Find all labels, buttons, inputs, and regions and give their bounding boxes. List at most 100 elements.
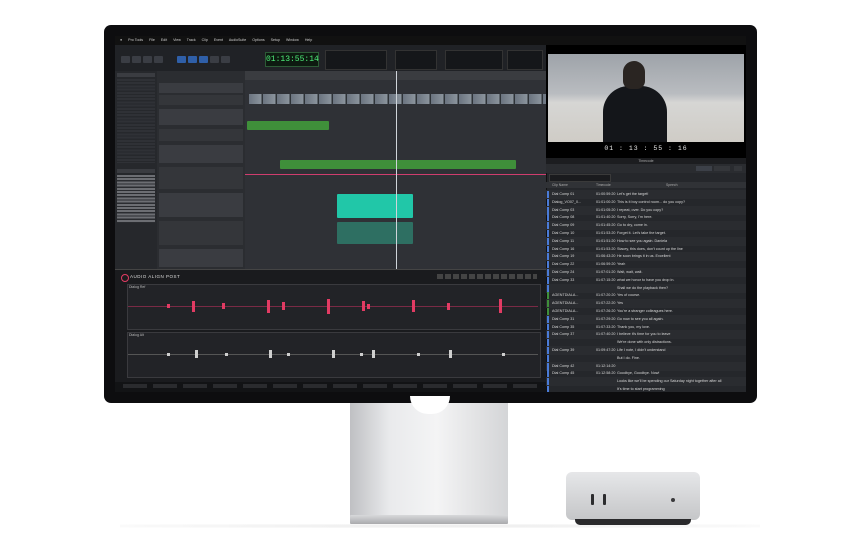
lane-label: Dialog Alt	[129, 333, 144, 337]
selected-audio-clip[interactable]	[337, 194, 413, 218]
waveform-peak	[287, 352, 290, 356]
sub-counter[interactable]	[325, 50, 387, 70]
video-timecode-burn-in: 01 : 13 : 55 : 16	[604, 145, 688, 152]
mac-mini-base	[575, 519, 691, 525]
selector-tool-button[interactable]	[199, 56, 208, 63]
menu-item[interactable]: File	[149, 38, 155, 42]
audio-clip[interactable]	[280, 160, 516, 169]
menu-item[interactable]: View	[173, 38, 181, 42]
column-header[interactable]: Timecode	[596, 182, 611, 188]
video-subject-body	[603, 86, 667, 142]
audio-clip[interactable]	[337, 222, 413, 244]
menu-item[interactable]: AudioSuite	[229, 38, 246, 42]
waveform-peak	[222, 303, 225, 309]
reference-waveform-lane[interactable]	[127, 284, 541, 330]
status-item[interactable]	[123, 384, 147, 388]
menu-item[interactable]: Edit	[161, 38, 167, 42]
plugin-name: AUDIO ALIGN POST	[130, 274, 181, 279]
waveform-peak	[327, 298, 330, 314]
column-header[interactable]: Clip Name	[552, 182, 568, 188]
status-item[interactable]	[513, 384, 537, 388]
waveform-peak	[499, 299, 502, 313]
audio-clip[interactable]	[247, 121, 329, 130]
menu-item[interactable]: Options	[252, 38, 264, 42]
status-item[interactable]	[183, 384, 207, 388]
menu-item[interactable]: Clip	[202, 38, 208, 42]
track-header[interactable]	[159, 109, 243, 125]
pencil-tool-button[interactable]	[221, 56, 230, 63]
script-filter-button[interactable]	[714, 166, 730, 171]
status-item[interactable]	[453, 384, 477, 388]
waveform-peak	[195, 350, 198, 358]
usb-port-icon	[603, 494, 606, 505]
playhead-cursor[interactable]	[396, 71, 397, 269]
clips-list[interactable]	[117, 175, 155, 223]
script-search-input[interactable]	[549, 174, 611, 182]
waveform-peak	[362, 301, 365, 311]
tracks-list-panel	[115, 71, 158, 269]
display-stand	[350, 403, 508, 518]
waveform-peak	[192, 300, 195, 312]
video-thumbnail-track[interactable]	[249, 94, 547, 104]
waveform-peak	[372, 350, 375, 358]
waveform-peak	[332, 350, 335, 358]
waveform-peak	[367, 303, 370, 309]
menu-item[interactable]: Event	[214, 38, 223, 42]
track-header[interactable]	[159, 145, 243, 163]
script-row[interactable]: It's time to start programming	[546, 385, 746, 392]
script-view-button[interactable]	[696, 166, 712, 171]
menu-bar: ● Pro Tools File Edit View Track Clip Ev…	[115, 36, 746, 45]
waveform-peak	[225, 352, 228, 356]
grabber-tool-button[interactable]	[210, 56, 219, 63]
status-item[interactable]	[153, 384, 177, 388]
plugin-controls[interactable]	[437, 274, 537, 279]
usb-port-icon	[591, 494, 594, 505]
apple-icon[interactable]: ●	[120, 38, 122, 42]
waveform-peak	[447, 302, 450, 310]
status-item[interactable]	[333, 384, 357, 388]
waveform-peak	[267, 299, 270, 313]
menu-item[interactable]: Track	[187, 38, 196, 42]
grid-mode-button[interactable]	[154, 56, 163, 63]
status-item[interactable]	[483, 384, 507, 388]
menu-item[interactable]: Help	[305, 38, 312, 42]
status-item[interactable]	[213, 384, 237, 388]
track-header[interactable]	[159, 221, 243, 245]
track-header[interactable]	[159, 193, 243, 217]
status-item[interactable]	[393, 384, 417, 388]
cursor-location	[507, 50, 543, 70]
waveform-peak	[167, 352, 170, 356]
status-bar	[115, 382, 546, 392]
zoom-tool-button[interactable]	[177, 56, 186, 63]
main-counter[interactable]: 01:13:55:14	[265, 52, 319, 67]
track-header[interactable]	[159, 83, 243, 93]
shuffle-mode-button[interactable]	[121, 56, 130, 63]
track-headers	[157, 71, 245, 269]
status-item[interactable]	[303, 384, 327, 388]
column-header[interactable]: Speech	[666, 182, 678, 188]
mac-mini	[566, 472, 700, 520]
spot-mode-button[interactable]	[143, 56, 152, 63]
screen: ● Pro Tools File Edit View Track Clip Ev…	[115, 36, 746, 392]
script-panel-tabs	[546, 164, 746, 173]
grid-nudge-controls[interactable]	[445, 50, 503, 70]
status-item[interactable]	[243, 384, 267, 388]
status-item[interactable]	[423, 384, 447, 388]
video-subject-head	[623, 61, 645, 89]
menu-item[interactable]: Pro Tools	[128, 38, 143, 42]
tracks-list[interactable]	[117, 79, 155, 163]
status-item[interactable]	[273, 384, 297, 388]
trim-tool-button[interactable]	[188, 56, 197, 63]
menu-item[interactable]: Setup	[271, 38, 280, 42]
track-header[interactable]	[159, 95, 243, 105]
track-header[interactable]	[159, 129, 243, 141]
track-header[interactable]	[159, 167, 243, 189]
speech-cell: It's time to start programming	[617, 387, 665, 391]
slip-mode-button[interactable]	[132, 56, 141, 63]
menu-item[interactable]: Window	[286, 38, 299, 42]
settings-icon[interactable]	[734, 166, 742, 171]
waveform-peak	[502, 352, 505, 356]
track-header[interactable]	[159, 249, 243, 267]
status-item[interactable]	[363, 384, 387, 388]
transport-controls[interactable]	[395, 50, 437, 70]
